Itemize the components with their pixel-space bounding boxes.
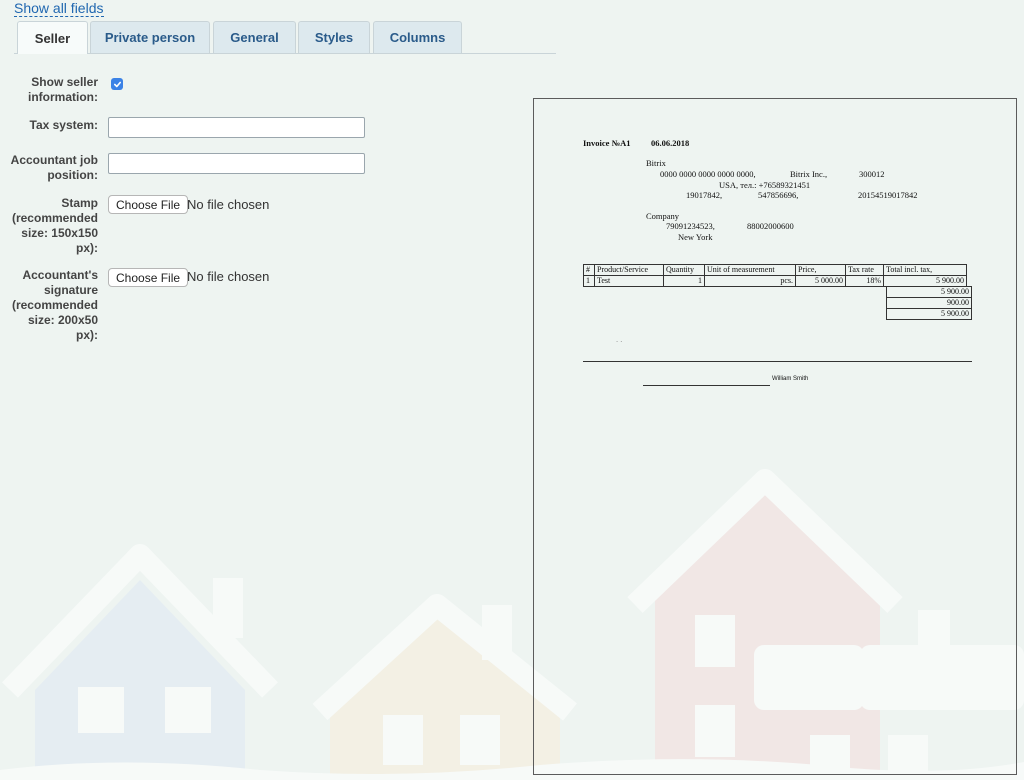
signature-line (643, 385, 770, 386)
invoice-totals: 5 900.00 900.00 5 900.00 (886, 286, 972, 320)
tab-seller[interactable]: Seller (17, 21, 88, 54)
show-seller-checkbox[interactable] (111, 78, 123, 90)
column-header: Tax rate (845, 264, 884, 276)
column-header: Price, (795, 264, 846, 276)
signatory-name: William Smith (772, 376, 809, 382)
table-cell: 5 900.00 (883, 275, 967, 287)
column-header: Unit of measurement (704, 264, 796, 276)
seller-id-1: 19017842, (686, 190, 723, 200)
buyer-name: Company (646, 211, 680, 221)
seller-name: Bitrix (646, 158, 666, 168)
tab-styles[interactable]: Styles (298, 21, 370, 53)
table-cell: 5 000.00 (795, 275, 846, 287)
signature-label: Accountant's signature (recommended size… (11, 268, 98, 342)
buyer-city: New York (678, 232, 713, 242)
column-header: Total incl. tax, (883, 264, 967, 276)
table-cell: Test (594, 275, 664, 287)
seller-id-3: 20154519017842 (858, 190, 918, 200)
seller-account: 0000 0000 0000 0000 0000, (660, 169, 756, 179)
table-cell: 1 (583, 275, 595, 287)
table-cell: pcs. (704, 275, 796, 287)
signature-choose-file-button[interactable]: Choose File (108, 268, 189, 287)
column-header: Product/Service (594, 264, 664, 276)
table-cell: 1 (663, 275, 705, 287)
accountant-position-label: Accountant job position: (10, 153, 98, 182)
invoice-preview: Invoice №A1 06.06.2018 Bitrix 0000 0000 … (533, 98, 1017, 775)
show-seller-label: Show seller information: (28, 75, 98, 104)
seller-id-2: 547856696, (758, 190, 799, 200)
buyer-id-1: 79091234523, (666, 221, 715, 231)
total-value: 5 900.00 (886, 286, 972, 298)
tab-bar: Seller Private person General Styles Col… (14, 21, 556, 54)
stamp-label: Stamp (recommended size: 150x150 px): (11, 196, 98, 255)
seller-zip: 300012 (859, 169, 885, 179)
tax-system-label: Tax system: (29, 118, 98, 132)
tax-system-input[interactable] (108, 117, 365, 138)
show-all-fields-link[interactable]: Show all fields (14, 0, 104, 17)
buyer-id-2: 88002000600 (747, 221, 794, 231)
table-row: 1 Test 1 pcs. 5 000.00 18% 5 900.00 (583, 275, 967, 287)
signature-file-status: No file chosen (187, 269, 270, 284)
accountant-position-input[interactable] (108, 153, 365, 174)
invoice-title: Invoice №A1 (583, 138, 631, 148)
divider-line (583, 361, 972, 362)
checkmark-icon (113, 81, 121, 87)
table-cell: 18% (845, 275, 884, 287)
column-header: Quantity (663, 264, 705, 276)
seller-company: Bitrix Inc., (790, 169, 828, 179)
column-header: # (583, 264, 595, 276)
invoice-date: 06.06.2018 (651, 138, 690, 148)
stamp-file-status: No file chosen (187, 197, 270, 212)
invoice-items-table: # Product/Service Quantity Unit of measu… (583, 264, 967, 287)
tab-private-person[interactable]: Private person (90, 21, 210, 53)
table-header-row: # Product/Service Quantity Unit of measu… (583, 264, 967, 276)
faint-dots: . . (616, 334, 623, 344)
stamp-choose-file-button[interactable]: Choose File (108, 195, 189, 214)
tax-value: 900.00 (886, 297, 972, 309)
tab-general[interactable]: General (213, 21, 296, 53)
seller-phone: USA, тел.: +76589321451 (719, 180, 811, 190)
tab-columns[interactable]: Columns (373, 21, 462, 53)
grand-total-value: 5 900.00 (886, 308, 972, 320)
